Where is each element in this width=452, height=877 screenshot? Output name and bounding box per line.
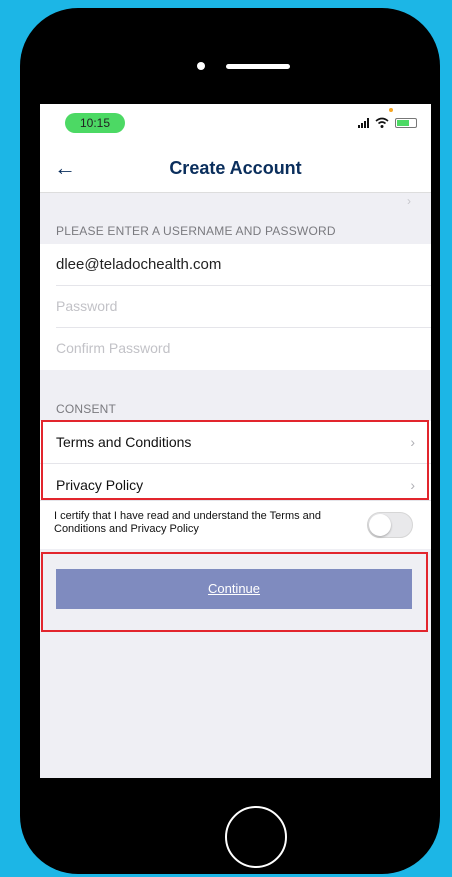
password-field[interactable] [56,286,431,328]
battery-icon [395,118,417,128]
password-input[interactable] [56,298,336,314]
certify-row: I certify that I have read and understan… [40,500,431,549]
confirm-password-field[interactable] [56,328,431,370]
continue-highlight-box [41,552,428,632]
signal-icon [358,118,369,128]
certify-text: I certify that I have read and understan… [54,510,322,535]
recording-indicator-icon [389,108,393,112]
status-time: 10:15 [65,113,125,133]
navigation-bar: ← Create Account [40,146,431,193]
speaker-grille [226,64,290,69]
page-title: Create Account [169,158,302,178]
credentials-group: dlee@teladochealth.com [40,244,431,370]
status-bar: 10:15 [40,104,431,146]
camera-dot [197,62,205,70]
chevron-right-icon: › [407,194,411,208]
home-button[interactable] [225,806,287,868]
consent-section-header: CONSENT [56,402,117,416]
username-field[interactable]: dlee@teladochealth.com [56,244,431,286]
consent-highlight-box [41,420,429,500]
status-icons [358,116,417,130]
toggle-knob [369,514,391,536]
confirm-password-input[interactable] [56,340,336,356]
credentials-section-header: PLEASE ENTER A USERNAME AND PASSWORD [56,224,336,238]
wifi-icon [375,117,389,128]
certify-toggle[interactable] [367,512,413,538]
username-value: dlee@teladochealth.com [56,256,222,273]
